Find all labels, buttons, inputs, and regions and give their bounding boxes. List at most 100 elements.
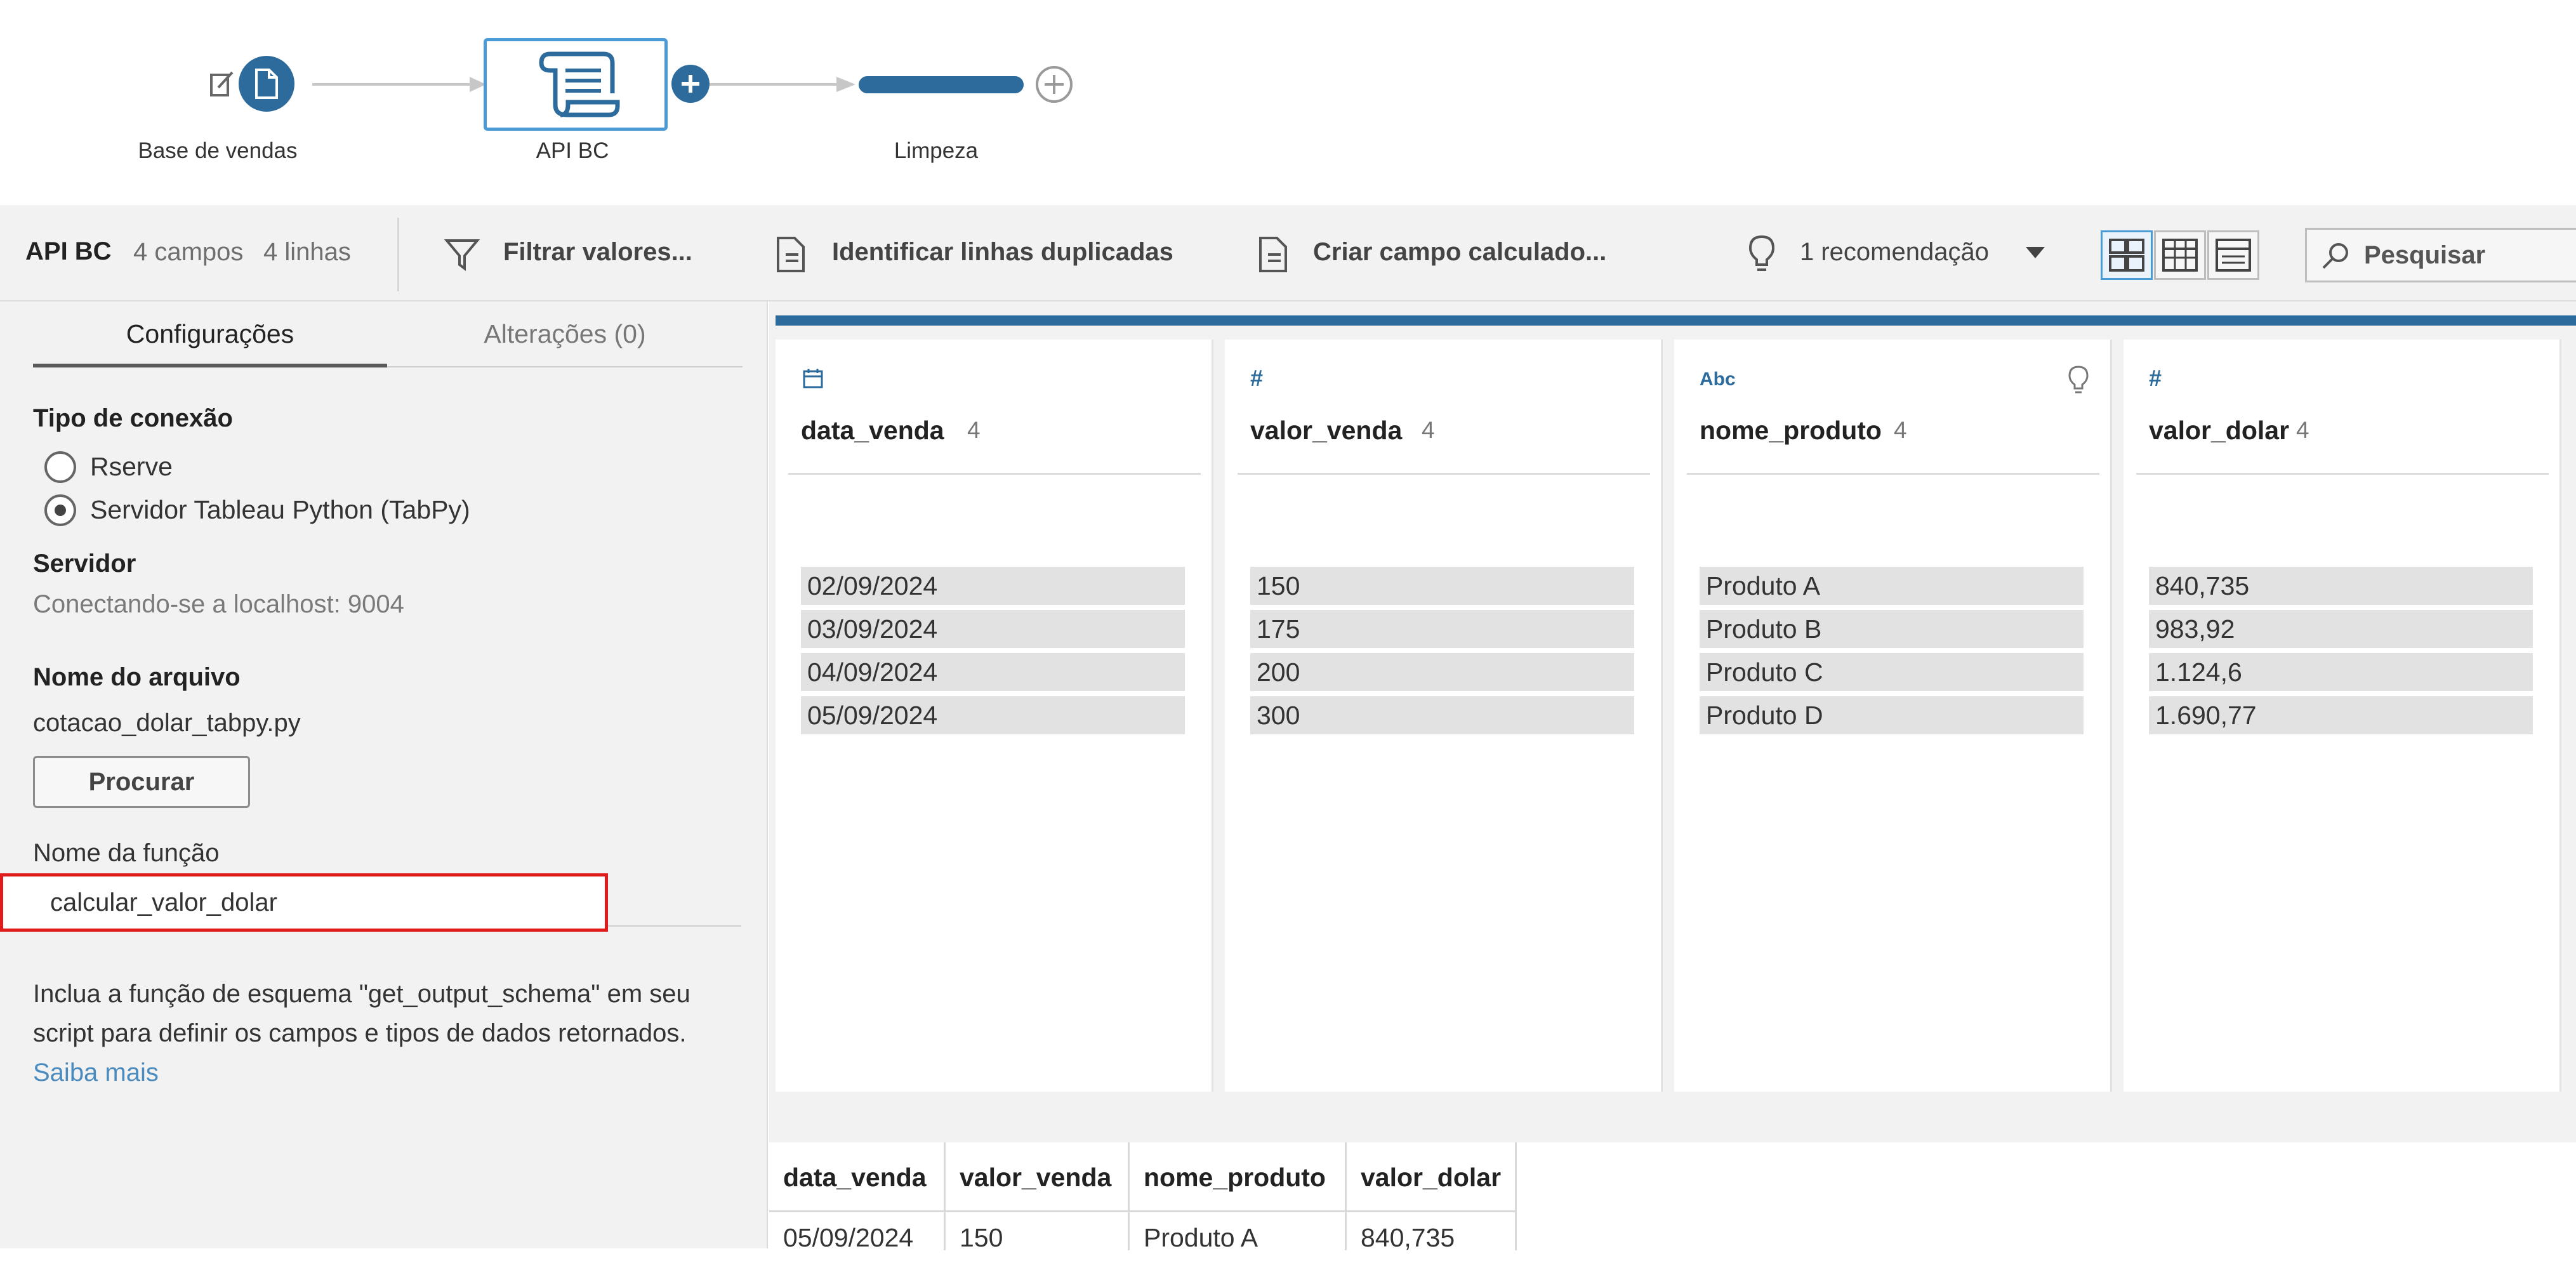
filter-values-button[interactable]: Filtrar valores... <box>503 238 692 267</box>
table-cell[interactable]: 840,735 <box>1347 1212 1517 1252</box>
profile-card-valor-venda[interactable]: # valor_venda 4 150 175 200 300 <box>1225 340 1663 1092</box>
tab-divider <box>387 366 743 367</box>
field-name[interactable]: data_venda <box>801 416 944 446</box>
profile-card-data-venda[interactable]: data_venda 4 02/09/2024 03/09/2024 04/09… <box>776 340 1213 1092</box>
value-bar[interactable]: 983,92 <box>2149 610 2533 648</box>
list-view-button[interactable] <box>2207 230 2259 280</box>
row-count: 4 linhas <box>263 238 351 266</box>
field-count: 4 campos <box>133 238 244 266</box>
card-divider <box>1238 473 1650 475</box>
table-cell[interactable]: 150 <box>946 1212 1130 1252</box>
profile-card-valor-dolar[interactable]: # valor_dolar 4 840,735 983,92 1.124,6 1… <box>2124 340 2561 1092</box>
plus-icon <box>682 75 699 93</box>
create-calculated-field-button[interactable]: Criar campo calculado... <box>1313 238 1606 267</box>
field-name[interactable]: valor_venda <box>1250 416 1402 446</box>
field-count: 4 <box>1894 417 1907 443</box>
value-bar[interactable]: 04/09/2024 <box>801 653 1185 691</box>
node-api-bc[interactable] <box>484 38 668 131</box>
step-name: API BC <box>25 237 112 265</box>
string-type-icon: Abc <box>1700 369 1736 390</box>
search-icon <box>2322 243 2348 269</box>
calculated-field-icon <box>1259 237 1287 272</box>
table-view-icon <box>2162 239 2198 272</box>
browse-button[interactable]: Procurar <box>33 756 250 808</box>
search-placeholder: Pesquisar <box>2364 241 2486 269</box>
value-bar[interactable]: 02/09/2024 <box>801 567 1185 605</box>
number-type-icon: # <box>2149 365 2162 391</box>
function-name-input[interactable]: calcular_valor_dolar <box>0 873 608 932</box>
help-text: Inclua a função de esquema "get_output_s… <box>33 974 750 1092</box>
active-tab-indicator <box>33 364 387 367</box>
chevron-down-icon[interactable] <box>2026 247 2045 260</box>
value-bar[interactable]: 1.690,77 <box>2149 696 2533 734</box>
radio-label-tabpy[interactable]: Servidor Tableau Python (TabPy) <box>90 495 470 525</box>
script-icon <box>539 51 620 117</box>
value-bar[interactable]: 175 <box>1250 610 1634 648</box>
node-label[interactable]: Base de vendas <box>91 138 345 164</box>
node-limpeza[interactable] <box>859 76 1024 93</box>
grid-header-valor-dolar[interactable]: valor_dolar <box>1347 1142 1517 1212</box>
add-step-button[interactable] <box>1036 66 1073 103</box>
value-bar[interactable]: 1.124,6 <box>2149 653 2533 691</box>
grid-header-data-venda[interactable]: data_venda <box>769 1142 946 1212</box>
value-bar[interactable]: Produto D <box>1700 696 2084 734</box>
file-icon <box>255 69 278 99</box>
flow-pane: Base de vendas API BC Limpeza <box>0 0 2576 205</box>
filter-icon <box>444 239 480 271</box>
table-cell[interactable]: Produto A <box>1130 1212 1347 1252</box>
value-bar[interactable]: 05/09/2024 <box>801 696 1185 734</box>
value-bar[interactable]: 300 <box>1250 696 1634 734</box>
radio-rserve[interactable] <box>44 451 76 483</box>
recommendations-button[interactable]: 1 recomendação <box>1800 238 1989 267</box>
calendar-icon <box>803 369 823 388</box>
value-bar[interactable]: 200 <box>1250 653 1634 691</box>
settings-panel: Configurações Alterações (0) Tipo de con… <box>0 301 768 1248</box>
add-step-button[interactable] <box>671 65 710 103</box>
tab-configuracoes[interactable]: Configurações <box>33 319 387 349</box>
value-bar[interactable]: Produto A <box>1700 567 2084 605</box>
field-name[interactable]: valor_dolar <box>2149 416 2289 446</box>
learn-more-link[interactable]: Saiba mais <box>33 1059 159 1087</box>
profile-pane: data_venda 4 02/09/2024 03/09/2024 04/09… <box>769 301 2576 1142</box>
profile-card-nome-produto[interactable]: Abc nome_produto 4 Produto A Produto B P… <box>1674 340 2112 1092</box>
value-bar[interactable]: 150 <box>1250 567 1634 605</box>
card-divider <box>788 473 1201 475</box>
toolbar-divider <box>397 218 399 291</box>
grid-header-nome-produto[interactable]: nome_produto <box>1130 1142 1347 1212</box>
input-edit-icon[interactable] <box>209 70 235 98</box>
grid-header-valor-venda[interactable]: valor_venda <box>946 1142 1130 1212</box>
server-heading: Servidor <box>33 550 136 578</box>
card-divider <box>2136 473 2549 475</box>
radio-label-rserve[interactable]: Rserve <box>90 452 173 482</box>
table-view-button[interactable] <box>2154 230 2206 280</box>
search-input[interactable]: Pesquisar <box>2305 228 2576 282</box>
lightbulb-icon <box>1748 235 1775 271</box>
lightbulb-icon[interactable] <box>2068 365 2089 394</box>
field-count: 4 <box>2296 417 2309 443</box>
profile-view-button[interactable] <box>2101 230 2153 280</box>
tab-alteracoes[interactable]: Alterações (0) <box>387 319 743 349</box>
profile-view-icon <box>2109 239 2144 272</box>
input-underline <box>608 925 741 927</box>
table-cell[interactable]: 05/09/2024 <box>769 1212 946 1252</box>
flow-connector <box>710 83 852 86</box>
node-base-de-vendas[interactable] <box>239 56 294 112</box>
value-bar[interactable]: Produto C <box>1700 653 2084 691</box>
field-name[interactable]: nome_produto <box>1700 416 1882 446</box>
value-bar[interactable]: 03/09/2024 <box>801 610 1185 648</box>
server-status: Conectando-se a localhost: 9004 <box>33 590 404 618</box>
node-label[interactable]: API BC <box>446 138 699 164</box>
identify-duplicates-button[interactable]: Identificar linhas duplicadas <box>832 238 1173 267</box>
function-name-label: Nome da função <box>33 839 220 867</box>
node-label[interactable]: Limpeza <box>809 138 1063 164</box>
value-bar[interactable]: Produto B <box>1700 610 2084 648</box>
value-bar[interactable]: 840,735 <box>2149 567 2533 605</box>
step-toolbar: API BC 4 campos 4 linhas Filtrar valores… <box>0 205 2576 301</box>
file-name-heading: Nome do arquivo <box>33 663 241 691</box>
connection-type-heading: Tipo de conexão <box>33 404 233 432</box>
field-count: 4 <box>1422 417 1435 443</box>
radio-tabpy[interactable] <box>44 494 76 526</box>
list-view-icon <box>2216 239 2251 272</box>
help-text-body: Inclua a função de esquema "get_output_s… <box>33 980 690 1047</box>
profile-selection-bar <box>776 315 2576 326</box>
